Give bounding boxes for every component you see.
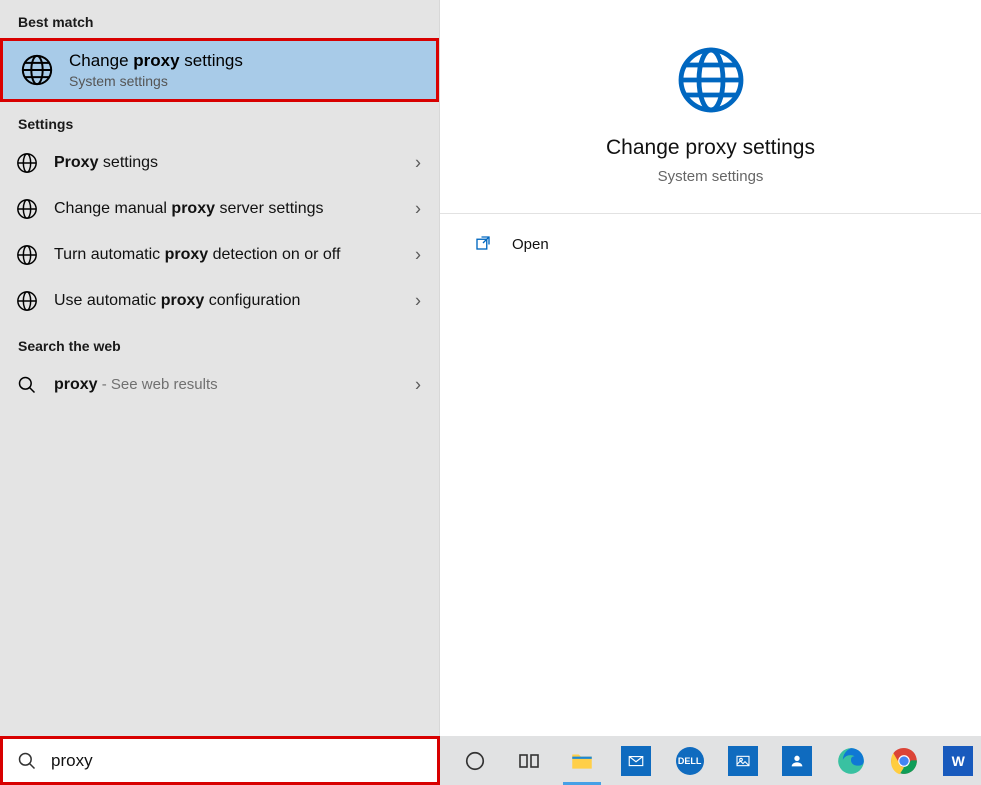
best-match-result[interactable]: Change proxy settings System settings	[0, 38, 439, 102]
open-icon	[474, 234, 494, 254]
detail-panel: Change proxy settings System settings Op…	[440, 0, 981, 736]
detail-subtitle: System settings	[658, 168, 764, 185]
open-action[interactable]: Open	[440, 214, 981, 274]
result-label: Turn automatic proxy detection on or off	[54, 244, 423, 266]
settings-result-auto-config[interactable]: Use automatic proxy configuration ›	[0, 278, 439, 324]
mail-icon[interactable]	[613, 741, 659, 781]
settings-result-auto-detect[interactable]: Turn automatic proxy detection on or off…	[0, 232, 439, 278]
detail-summary: Change proxy settings System settings	[440, 0, 981, 214]
search-bar[interactable]	[0, 736, 440, 785]
globe-icon	[16, 152, 38, 174]
globe-icon	[16, 244, 38, 266]
globe-icon	[16, 198, 38, 220]
chevron-right-icon[interactable]: ›	[415, 153, 421, 174]
chevron-right-icon[interactable]: ›	[415, 199, 421, 220]
globe-icon	[16, 290, 38, 312]
chevron-right-icon[interactable]: ›	[415, 291, 421, 312]
dell-icon[interactable]: DELL	[667, 741, 713, 781]
best-match-title: Change proxy settings	[69, 51, 243, 71]
contacts-icon[interactable]	[774, 741, 820, 781]
taskbar: DELL W	[440, 736, 981, 785]
result-label: Change manual proxy server settings	[54, 198, 423, 220]
chevron-right-icon[interactable]: ›	[415, 245, 421, 266]
chevron-right-icon[interactable]: ›	[415, 375, 421, 396]
search-icon	[16, 374, 38, 396]
result-label: Proxy settings	[54, 152, 423, 174]
task-view-icon[interactable]	[506, 741, 552, 781]
best-match-subtitle: System settings	[69, 73, 243, 89]
edge-icon[interactable]	[828, 741, 874, 781]
globe-icon	[675, 44, 747, 116]
file-explorer-icon[interactable]	[559, 741, 605, 781]
search-input[interactable]	[51, 751, 423, 771]
search-web-header: Search the web	[0, 324, 439, 362]
detail-title: Change proxy settings	[606, 136, 815, 160]
globe-icon	[19, 52, 55, 88]
settings-header: Settings	[0, 102, 439, 140]
result-label: proxy - See web results	[54, 374, 423, 396]
search-icon	[17, 751, 37, 771]
word-icon[interactable]: W	[935, 741, 981, 781]
cortana-circle-icon[interactable]	[452, 741, 498, 781]
search-results-panel: Best match Change proxy settings System …	[0, 0, 440, 736]
settings-result-proxy-settings[interactable]: Proxy settings ›	[0, 140, 439, 186]
settings-result-manual-proxy[interactable]: Change manual proxy server settings ›	[0, 186, 439, 232]
best-match-header: Best match	[0, 0, 439, 38]
photos-icon[interactable]	[721, 741, 767, 781]
web-result-proxy[interactable]: proxy - See web results ›	[0, 362, 439, 408]
result-label: Use automatic proxy configuration	[54, 290, 423, 312]
open-label: Open	[512, 236, 549, 253]
chrome-icon[interactable]	[882, 741, 928, 781]
